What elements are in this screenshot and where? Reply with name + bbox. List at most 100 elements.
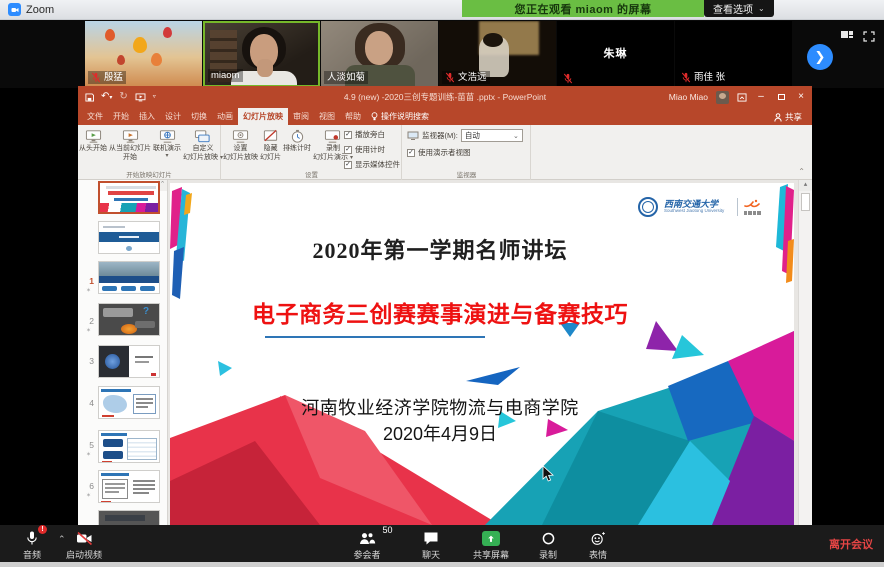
participant-tile[interactable]: 朱琳 bbox=[557, 21, 674, 87]
from-current-slide-button[interactable]: 从当前幻灯片 开始 bbox=[108, 127, 152, 163]
slide-thumbnail-4[interactable]: ? bbox=[98, 303, 160, 336]
custom-slideshow-button[interactable]: 自定义 幻灯片放映 ▾ bbox=[182, 127, 224, 163]
checkbox-label: 使用演示者视图 bbox=[418, 147, 471, 158]
ribbon-group-setup: 设置 幻灯片放映 隐藏 幻灯片 排练计时 录制 bbox=[222, 125, 402, 180]
balloon-decoration bbox=[133, 37, 147, 53]
close-button[interactable]: × bbox=[795, 90, 807, 104]
gallery-view-icon[interactable] bbox=[841, 31, 853, 42]
tab-home[interactable]: 开始 bbox=[108, 108, 134, 125]
participants-button[interactable]: 50 参会者 bbox=[353, 529, 380, 561]
slide-thumbnail-2[interactable] bbox=[98, 221, 160, 254]
play-narrations-checkbox[interactable]: ✓播放旁白 bbox=[344, 129, 400, 140]
start-slideshow-icon[interactable] bbox=[135, 93, 146, 102]
chat-label: 聊天 bbox=[422, 548, 440, 561]
button-label: 幻灯片放映 bbox=[223, 153, 258, 162]
chevron-down-icon: ⌄ bbox=[513, 132, 519, 140]
participants-count: 50 bbox=[382, 525, 392, 535]
from-beginning-button[interactable]: 从头开始 bbox=[78, 127, 108, 163]
slide-number: 4 bbox=[80, 398, 94, 408]
slide-thumbnail-3[interactable] bbox=[98, 261, 160, 294]
slide-thumbnail-7[interactable] bbox=[98, 430, 160, 463]
rehearse-timings-button[interactable]: 排练计时 bbox=[282, 127, 312, 163]
group-label: 监视器 bbox=[403, 169, 530, 179]
slide-thumbnail-9[interactable] bbox=[98, 510, 160, 525]
tab-help[interactable]: 帮助 bbox=[340, 108, 366, 125]
view-options-label: 查看选项 bbox=[713, 1, 753, 16]
leave-meeting-button[interactable]: 离开会议 bbox=[829, 525, 873, 562]
participant-tile[interactable]: 人淡如菊 bbox=[321, 21, 438, 87]
tab-file[interactable]: 文件 bbox=[82, 108, 108, 125]
balloon-decoration bbox=[163, 27, 172, 38]
tab-view[interactable]: 视图 bbox=[314, 108, 340, 125]
button-label: 隐藏 bbox=[264, 144, 278, 153]
slide-thumbnail-8[interactable] bbox=[98, 470, 160, 503]
audio-button[interactable]: ! 音频 bbox=[23, 529, 41, 561]
tab-design[interactable]: 设计 bbox=[160, 108, 186, 125]
ribbon-display-options-icon[interactable] bbox=[737, 93, 747, 102]
button-label: 从当前幻灯片 bbox=[109, 144, 151, 153]
participant-tile-active-speaker[interactable]: miaom bbox=[203, 21, 320, 87]
app-title: Zoom bbox=[26, 4, 54, 16]
chat-button[interactable]: 聊天 bbox=[422, 529, 440, 561]
setup-slideshow-button[interactable]: 设置 幻灯片放映 bbox=[222, 127, 259, 163]
collapse-ribbon-icon[interactable]: ⌃ bbox=[798, 167, 805, 176]
current-slide[interactable]: 西南交通大学 Southwest Jiaotong University 202… bbox=[170, 183, 794, 525]
title-underline bbox=[265, 336, 485, 338]
fullscreen-icon[interactable] bbox=[863, 31, 875, 42]
slide-logos: 西南交通大学 Southwest Jiaotong University bbox=[638, 197, 761, 217]
account-name[interactable]: Miao Miao bbox=[669, 92, 708, 102]
slide-thumbnail-5[interactable] bbox=[98, 345, 160, 378]
use-timings-checkbox[interactable]: ✓使用计时 bbox=[344, 144, 400, 155]
account-avatar[interactable] bbox=[716, 91, 729, 104]
chat-icon bbox=[423, 531, 439, 546]
ribbon-slideshow: 从头开始 从当前幻灯片 开始 联机演示 ▾ 自定义 bbox=[78, 125, 812, 180]
slide-thumbnails-panel: ⌃ 1 ✶ 2 ✶ 3 bbox=[78, 180, 168, 525]
slide-thumbnail-1-selected[interactable] bbox=[98, 181, 160, 214]
customize-qat-icon[interactable]: ▿ bbox=[153, 94, 156, 100]
share-screen-button[interactable]: 共享屏幕 bbox=[473, 529, 509, 561]
scrollbar-thumb[interactable] bbox=[801, 193, 810, 211]
ribbon-group-monitors: 监视器(M): 自动⌄ ✓使用演示者视图 监视器 bbox=[403, 125, 531, 180]
animation-star-icon: ✶ bbox=[86, 327, 91, 334]
person-icon bbox=[774, 113, 782, 122]
checkbox-checked-icon: ✓ bbox=[344, 161, 352, 169]
slide-thumbnail-6[interactable] bbox=[98, 386, 160, 419]
undo-icon[interactable]: ↶▾ bbox=[101, 92, 112, 102]
audio-options-caret[interactable]: ⌃ bbox=[58, 534, 66, 545]
view-options-button[interactable]: 查看选项 ⌄ bbox=[704, 0, 774, 17]
record-button[interactable]: 录制 bbox=[539, 529, 557, 561]
bottom-edge-strip bbox=[0, 562, 884, 567]
participant-tile[interactable]: 文浩远 bbox=[439, 21, 556, 87]
restore-button[interactable] bbox=[775, 90, 787, 104]
slide-scrollbar[interactable]: ▴ bbox=[798, 180, 812, 525]
share-button[interactable]: 共享 bbox=[774, 111, 802, 123]
tab-transitions[interactable]: 切换 bbox=[186, 108, 212, 125]
tab-insert[interactable]: 插入 bbox=[134, 108, 160, 125]
group-label: 设置 bbox=[222, 169, 401, 179]
reactions-button[interactable]: 表情 bbox=[589, 529, 607, 561]
participant-tile[interactable]: 殷猛 bbox=[85, 21, 202, 87]
scroll-up-arrow[interactable]: ▴ bbox=[799, 180, 812, 191]
window-title: 4.9 (new) -2020三创专题训练-苗苗 .pptx - PowerPo… bbox=[344, 86, 546, 108]
save-icon[interactable] bbox=[85, 93, 94, 102]
monitor-select[interactable]: 自动⌄ bbox=[461, 129, 523, 142]
checkbox-checked-icon: ✓ bbox=[407, 149, 415, 157]
tab-animations[interactable]: 动画 bbox=[212, 108, 238, 125]
present-online-button[interactable]: 联机演示 ▾ bbox=[152, 127, 182, 163]
person-silhouette bbox=[257, 59, 273, 77]
minimize-button[interactable]: – bbox=[755, 90, 767, 104]
button-label: 幻灯片放映 ▾ bbox=[183, 153, 223, 162]
next-participants-button[interactable]: ❯ bbox=[807, 44, 833, 70]
tab-review[interactable]: 审阅 bbox=[288, 108, 314, 125]
tell-me-search[interactable]: 操作说明搜索 bbox=[366, 108, 434, 125]
use-presenter-view-checkbox[interactable]: ✓使用演示者视图 bbox=[407, 147, 471, 158]
participant-tile[interactable]: 雨佳 张 bbox=[675, 21, 792, 87]
quick-access-toolbar: ↶▾ ↻ ▿ bbox=[85, 86, 156, 108]
start-video-button[interactable]: 启动视频 bbox=[66, 529, 102, 561]
participant-name: 文浩远 bbox=[458, 71, 487, 84]
redo-icon[interactable]: ↻ bbox=[119, 92, 127, 102]
tab-slideshow-selected[interactable]: 幻灯片放映 bbox=[238, 108, 288, 125]
slide-number: 3 bbox=[80, 356, 94, 366]
hide-slide-button[interactable]: 隐藏 幻灯片 bbox=[259, 127, 282, 163]
participant-name: 朱琳 bbox=[557, 45, 674, 61]
